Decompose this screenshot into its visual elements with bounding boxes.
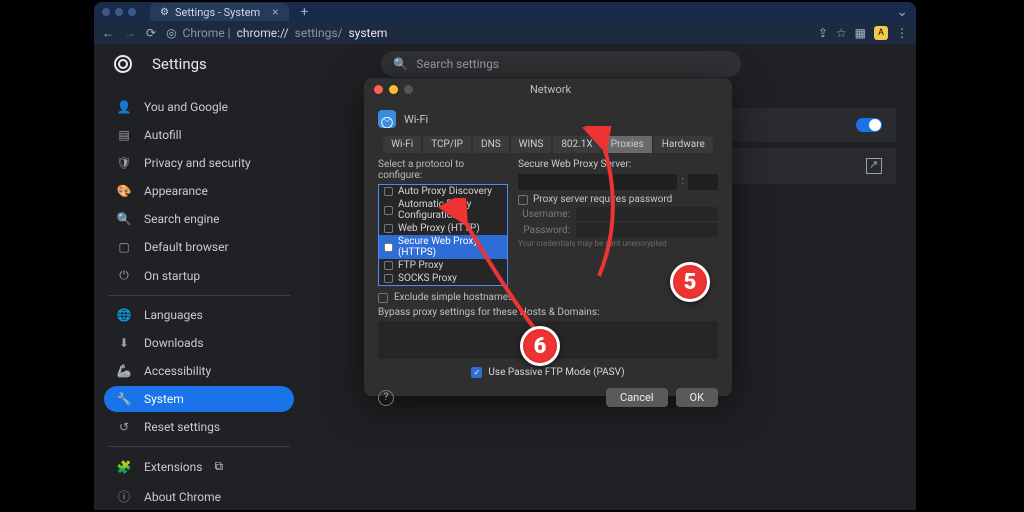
- window-titlebar: ⚙ Settings - System × + ⌄: [94, 2, 916, 22]
- proxy-password-input[interactable]: [576, 223, 718, 237]
- protocol-list-label: Select a protocol to configure:: [378, 159, 508, 181]
- toggle-switch[interactable]: [856, 118, 882, 132]
- requires-password-checkbox[interactable]: [518, 195, 528, 205]
- sidebar-item-privacy-and-security[interactable]: 🛡Privacy and security: [104, 150, 294, 176]
- exclude-hostnames-checkbox[interactable]: [378, 293, 388, 303]
- protocol-web-proxy-http-[interactable]: Web Proxy (HTTP): [379, 222, 507, 235]
- ok-button[interactable]: OK: [676, 388, 718, 407]
- extensions-icon[interactable]: ▦: [855, 26, 866, 40]
- protocol-ftp-proxy[interactable]: FTP Proxy: [379, 259, 507, 272]
- browser-tab[interactable]: ⚙ Settings - System ×: [150, 3, 289, 21]
- checkbox-icon[interactable]: [384, 224, 393, 233]
- tab-wi-fi[interactable]: Wi-Fi: [383, 136, 421, 153]
- sidebar-item-reset-settings[interactable]: ↺Reset settings: [104, 414, 294, 440]
- person-icon: 👤: [116, 100, 132, 114]
- protocol-socks-proxy[interactable]: SOCKS Proxy: [379, 272, 507, 285]
- tab-802-1x[interactable]: 802.1X: [553, 136, 600, 153]
- browser-icon: ▢: [116, 240, 132, 254]
- proxy-server-label: Secure Web Proxy Server:: [518, 159, 718, 170]
- window-minimize-icon[interactable]: ⌄: [896, 4, 908, 20]
- download-icon: ⬇: [116, 336, 132, 350]
- forward-icon[interactable]: →: [124, 26, 136, 40]
- chrome-icon: [114, 55, 132, 73]
- sidebar-item-languages[interactable]: 🌐Languages: [104, 302, 294, 328]
- sidebar-item-accessibility[interactable]: 🦾Accessibility: [104, 358, 294, 384]
- help-button[interactable]: ?: [378, 390, 394, 406]
- tab-proxies[interactable]: Proxies: [603, 136, 652, 153]
- info-icon: ⓘ: [116, 488, 132, 505]
- sidebar-item-downloads[interactable]: ⬇Downloads: [104, 330, 294, 356]
- checkbox-icon[interactable]: [384, 206, 393, 215]
- window-traffic-lights[interactable]: [102, 8, 136, 16]
- puzzle-icon: 🧩: [116, 460, 132, 474]
- sidebar-item-default-browser[interactable]: ▢Default browser: [104, 234, 294, 260]
- autofill-icon: ▤: [116, 128, 132, 142]
- share-icon[interactable]: ⇪: [818, 26, 828, 40]
- protocol-streaming-proxy-rtsp-[interactable]: Streaming Proxy (RTSP): [379, 285, 507, 286]
- annotation-badge-5: 5: [670, 262, 710, 302]
- sidebar-item-extensions[interactable]: 🧩Extensions ⧉: [104, 453, 294, 480]
- tab-hardware[interactable]: Hardware: [654, 136, 713, 153]
- password-hint: Your credentials may be sent unencrypted: [518, 239, 718, 248]
- browser-window: ⚙ Settings - System × + ⌄ ← → ⟳ ◎ Chrome…: [94, 2, 916, 510]
- tab-title: Settings - System: [175, 6, 260, 19]
- annotation-badge-6: 6: [520, 326, 560, 366]
- kebab-menu-icon[interactable]: ⋮: [896, 26, 908, 40]
- sidebar-item-search-engine[interactable]: 🔍Search engine: [104, 206, 294, 232]
- protocol-secure-web-proxy-https-[interactable]: Secure Web Proxy (HTTPS): [379, 235, 507, 259]
- power-icon: ⏻: [116, 268, 132, 283]
- sidebar-item-about-chrome[interactable]: ⓘAbout Chrome: [104, 482, 294, 510]
- back-icon[interactable]: ←: [102, 26, 114, 40]
- search-icon: 🔍: [116, 212, 132, 226]
- proxy-host-input[interactable]: [518, 174, 677, 190]
- open-external-icon: [866, 158, 882, 174]
- open-external-icon: ⧉: [214, 459, 223, 474]
- address-bar: ← → ⟳ ◎ Chrome | chrome://settings/syste…: [94, 22, 916, 44]
- tab-tcp-ip[interactable]: TCP/IP: [423, 136, 471, 153]
- page-title: Settings: [152, 55, 207, 73]
- sidebar-item-on-startup[interactable]: ⏻On startup: [104, 262, 294, 289]
- sidebar-item-appearance[interactable]: 🎨Appearance: [104, 178, 294, 204]
- checkbox-icon[interactable]: [384, 274, 393, 283]
- sidebar-item-autofill[interactable]: ▤Autofill: [104, 122, 294, 148]
- protocol-auto-proxy-discovery[interactable]: Auto Proxy Discovery: [379, 185, 507, 198]
- site-info-icon[interactable]: ◎: [166, 26, 176, 40]
- checkbox-icon[interactable]: [384, 243, 393, 252]
- tab-dns[interactable]: DNS: [473, 136, 509, 153]
- tab-wins[interactable]: WINS: [511, 136, 552, 153]
- profile-avatar[interactable]: A: [874, 26, 888, 40]
- interface-label: Wi-Fi: [404, 113, 428, 126]
- proxy-username-input[interactable]: [576, 207, 718, 221]
- sidebar-item-system[interactable]: 🔧System: [104, 386, 294, 412]
- proxy-tabs: Wi-FiTCP/IPDNSWINS802.1XProxiesHardware: [378, 136, 718, 153]
- protocol-automatic-proxy-configuration[interactable]: Automatic Proxy Configuration: [379, 198, 507, 222]
- proxy-port-input[interactable]: [688, 174, 718, 190]
- close-tab-icon[interactable]: ×: [272, 5, 278, 19]
- reload-icon[interactable]: ⟳: [146, 26, 156, 40]
- sidebar-item-you-and-google[interactable]: 👤You and Google: [104, 94, 294, 120]
- checkbox-icon[interactable]: [384, 187, 393, 196]
- shield-icon: 🛡: [116, 156, 132, 170]
- bookmark-icon[interactable]: ☆: [836, 26, 847, 40]
- bypass-label: Bypass proxy settings for these Hosts & …: [378, 307, 718, 318]
- reset-icon: ↺: [116, 420, 132, 434]
- dialog-title: Network: [379, 83, 722, 96]
- settings-sidebar: 👤You and Google▤Autofill🛡Privacy and sec…: [94, 44, 304, 510]
- wrench-icon: 🔧: [116, 392, 132, 406]
- pasv-checkbox[interactable]: ✓: [471, 367, 482, 378]
- checkbox-icon[interactable]: [384, 261, 393, 270]
- wifi-icon: ⌵: [378, 110, 396, 128]
- globe-icon: 🌐: [116, 308, 132, 322]
- a11y-icon: 🦾: [116, 364, 132, 378]
- paint-icon: 🎨: [116, 184, 132, 198]
- url-field[interactable]: ◎ Chrome | chrome://settings/system: [166, 26, 808, 40]
- gear-icon: ⚙: [160, 7, 169, 18]
- protocol-list[interactable]: Auto Proxy DiscoveryAutomatic Proxy Conf…: [378, 184, 508, 286]
- cancel-button[interactable]: Cancel: [606, 388, 667, 407]
- new-tab-button[interactable]: +: [301, 4, 309, 20]
